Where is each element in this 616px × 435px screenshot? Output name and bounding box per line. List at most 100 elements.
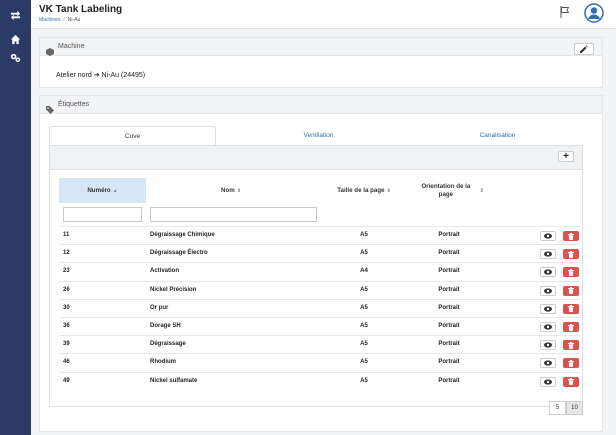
header-numero-label: Numéro [87,187,111,194]
table-row: 23 Activation A4 Portrait [59,262,580,280]
table-row: 12 Dégraissage Électro A5 Portrait [59,244,580,262]
table-row: 26 Nickel Précision A5 Portrait [59,280,580,299]
machine-section: Machine Atelier nord ➔ Ni-Au (24495) [39,37,603,88]
trash-icon [568,378,574,386]
view-button[interactable] [540,249,556,260]
header-numero[interactable]: Numéro ▲ [59,178,146,203]
view-button[interactable] [540,285,556,296]
home-icon[interactable] [9,33,22,46]
view-button[interactable] [540,340,556,351]
delete-button[interactable] [563,267,579,278]
cell-taille: A5 [360,377,368,384]
header-nom-label: Nom [221,187,235,194]
cell-numero: 30 [63,304,70,311]
eye-icon [544,306,552,312]
eye-icon [544,251,552,257]
cell-numero: 49 [63,377,70,384]
edit-icon [580,45,588,53]
machine-name: Atelier nord ➔ Ni-Au (24495) [56,72,146,79]
flag-icon[interactable] [560,6,570,18]
cube-icon [46,43,54,56]
cell-orientation: Portrait [438,250,460,257]
delete-button[interactable] [563,249,579,260]
tab-ventilation[interactable]: Ventilation [226,126,411,145]
cell-orientation: Portrait [438,323,460,329]
view-button[interactable] [540,358,556,369]
delete-button[interactable] [563,285,579,296]
cell-orientation: Portrait [438,286,460,293]
delete-button[interactable] [563,376,579,387]
tab-panel: + Numéro ▲ Nom ⇕ Taille de la page ⇕ Orient… [49,145,583,415]
cell-orientation: Portrait [438,268,460,275]
page-size-selector: 5 10 [549,401,583,415]
view-button[interactable] [540,322,556,332]
table-row: 49 Nickel sulfamate A5 Portrait [59,371,580,390]
view-button[interactable] [540,376,556,387]
cell-taille: A5 [360,359,368,366]
page-size-5[interactable]: 5 [549,401,566,415]
trash-icon [568,287,574,295]
eye-icon [544,324,552,330]
eye-icon [544,342,552,348]
view-button[interactable] [540,231,556,241]
cell-numero: 26 [63,286,70,293]
cell-nom: Activation [150,268,180,275]
cell-orientation: Portrait [438,341,460,348]
trash-icon [568,232,574,240]
cogs-icon[interactable] [9,51,22,64]
delete-button[interactable] [563,358,579,369]
cell-numero: 46 [63,359,70,366]
labels-section-title: Étiquettes [58,101,90,108]
cell-taille: A5 [360,232,368,238]
header-nom[interactable]: Nom ⇕ [146,178,316,203]
eye-icon [544,360,552,366]
cell-orientation: Portrait [438,377,460,384]
tab-canalisation[interactable]: Canalisation [411,126,584,145]
breadcrumb-current: Ni-Au [67,17,81,23]
trash-icon [568,268,574,276]
view-button[interactable] [540,267,556,278]
cell-nom: Dégraissage [150,341,186,348]
machine-section-title: Machine [58,43,85,50]
page-size-10[interactable]: 10 [566,401,583,415]
numero-filter-input[interactable] [63,207,142,222]
breadcrumb-machines-link[interactable]: Machines [39,17,60,23]
trash-icon [568,341,574,349]
delete-button[interactable] [563,322,579,332]
edit-machine-button[interactable] [574,43,594,55]
cell-numero: 39 [63,341,70,348]
cell-orientation: Portrait [438,359,460,366]
labels-section-header: Étiquettes [40,96,602,114]
delete-button[interactable] [563,231,579,241]
add-label-button[interactable]: + [558,151,574,162]
delete-button[interactable] [563,303,579,314]
cell-taille: A5 [360,323,368,329]
trash-icon [568,250,574,258]
breadcrumb: Machines / Ni-Au [39,17,81,23]
table-toolbar: + [50,146,582,170]
table-row: 36 Dorage SH A5 Portrait [59,317,580,335]
eye-icon [544,269,552,275]
cell-numero: 23 [63,268,70,275]
cell-taille: A5 [360,341,368,348]
trash-icon [568,359,574,367]
table-row: 39 Dégraissage A5 Portrait [59,335,580,353]
tab-cuve[interactable]: Cuve [49,126,216,145]
eye-icon [544,378,552,385]
table-row: 46 Rhodium A5 Portrait [59,353,580,371]
header-orientation[interactable]: Orientation de la page ⇕ [414,178,484,203]
exchange-icon[interactable] [9,9,22,22]
header-taille[interactable]: Taille de la page ⇕ [329,178,399,203]
sort-icon: ⇕ [479,187,484,194]
labels-section: Étiquettes Cuve Ventilation Canalisation… [39,95,603,432]
view-button[interactable] [540,303,556,314]
cell-taille: A4 [360,268,368,275]
nom-filter-input[interactable] [150,207,317,222]
user-avatar-icon[interactable] [584,3,604,23]
eye-icon [544,233,552,239]
machine-section-header: Machine [40,38,602,56]
delete-button[interactable] [563,340,579,351]
cell-nom: Rhodium [150,359,176,366]
cell-numero: 36 [63,323,70,329]
label-tabs: Cuve Ventilation Canalisation [49,126,594,145]
